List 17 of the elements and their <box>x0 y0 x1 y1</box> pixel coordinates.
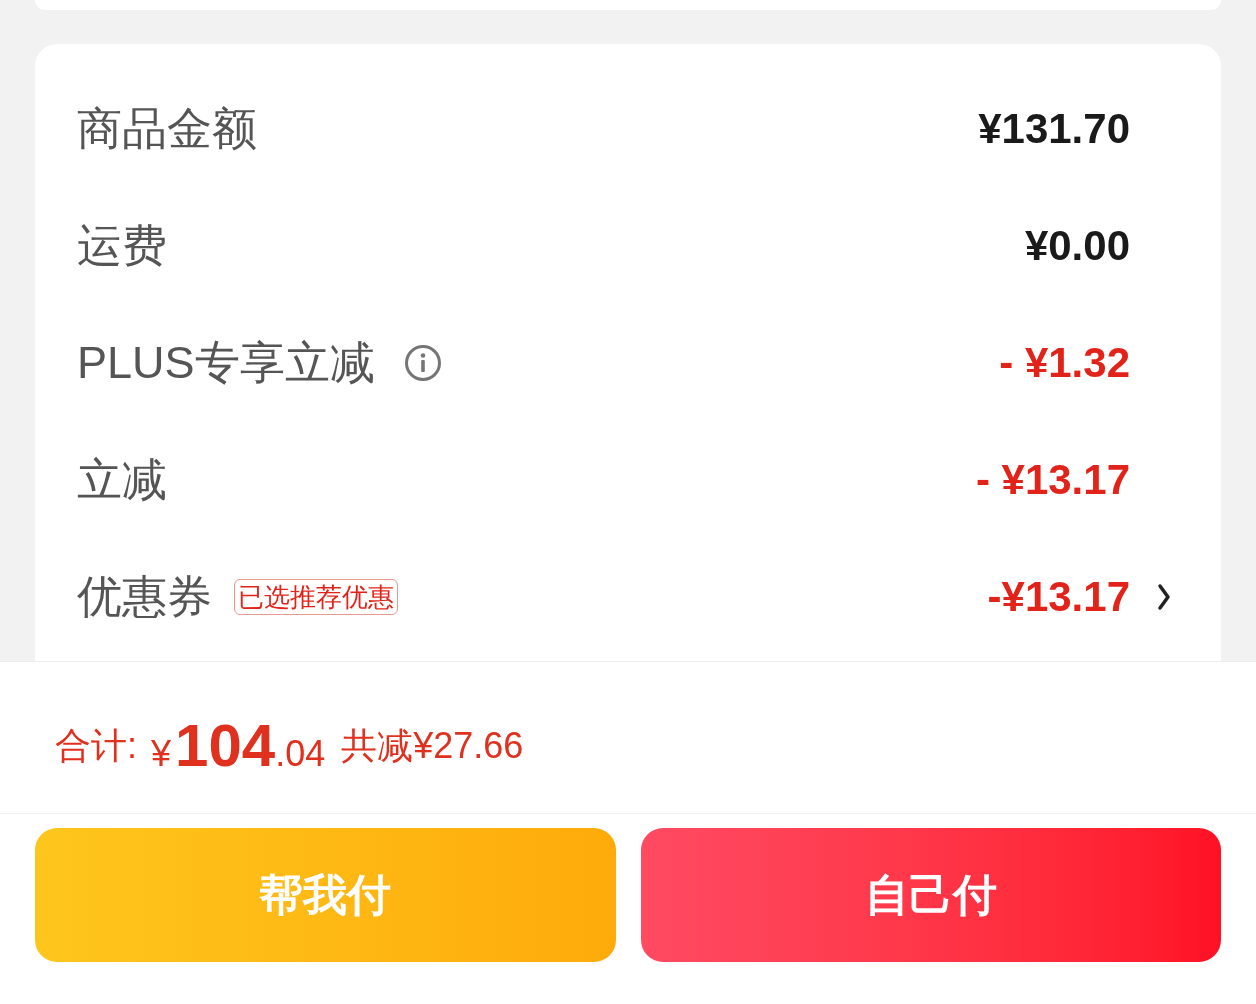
total-amount: ¥104.04 <box>151 715 326 776</box>
info-icon[interactable] <box>404 344 441 381</box>
row-amount: ¥131.70 <box>978 107 1130 150</box>
total-label: 合计: <box>55 727 137 764</box>
row-label: 商品金额 <box>77 106 257 151</box>
row-label: 立减 <box>77 457 167 502</box>
chevron-right-icon[interactable] <box>1157 582 1171 611</box>
row-amount: - ¥13.17 <box>975 458 1130 501</box>
saving-amount: 共减¥27.66 <box>341 727 524 764</box>
row-amount: -¥13.17 <box>987 575 1130 618</box>
row-amount: - ¥1.32 <box>999 341 1130 384</box>
row-label: 运费 <box>77 223 167 268</box>
pay-button[interactable]: 自己付 <box>640 828 1221 962</box>
row-label: PLUS专享立减 <box>77 340 375 385</box>
row-amount: ¥0.00 <box>1024 224 1130 267</box>
row-label: 优惠券 <box>77 574 212 619</box>
coupon-tag: 已选推荐优惠 <box>234 578 398 615</box>
